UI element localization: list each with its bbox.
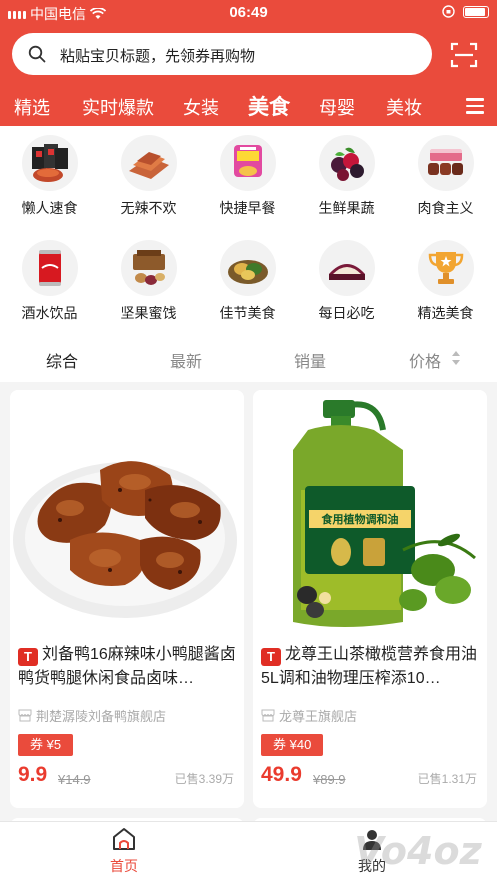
search-placeholder: 粘贴宝贝标题，先领券再购物 (60, 48, 256, 65)
nav-home-label: 首页 (110, 858, 138, 874)
product-card[interactable]: 食用植物调和油 T 龙尊王山茶橄榄营养食用油5L调和油物理压榨添10… 龙尊王旗舰… (253, 390, 487, 808)
tab-baby[interactable]: 母婴 (319, 94, 355, 120)
search-input[interactable]: 粘贴宝贝标题，先领券再购物 (12, 33, 432, 75)
product-title-wrap: T 刘备鸭16麻辣味小鸭腿酱卤鸭货鸭腿休闲食品卤味… (18, 643, 238, 691)
tab-women[interactable]: 女装 (183, 94, 219, 120)
orientation-lock-icon (442, 5, 455, 18)
price: 49.9 (261, 763, 302, 786)
product-title: 刘备鸭16麻辣味小鸭腿酱卤鸭货鸭腿休闲食品卤味… (18, 646, 236, 687)
shop-name: 龙尊王旗舰店 (279, 709, 358, 724)
category-item[interactable]: 佳节美食 (198, 231, 297, 331)
search-icon (28, 45, 46, 63)
price: 9.9 (18, 763, 48, 786)
sort-price[interactable]: 价格 (409, 348, 441, 372)
tmall-badge-icon: T (18, 648, 38, 666)
festival-food-icon (219, 240, 276, 296)
nuts-icon (120, 240, 177, 296)
product-image: 食用植物调和油 (253, 390, 487, 640)
category-item[interactable]: 懒人速食 (0, 126, 99, 226)
sold-count: 已售3.39万 (174, 772, 234, 786)
sort-sales[interactable]: 销量 (294, 348, 326, 372)
sold-count: 已售1.31万 (417, 772, 477, 786)
coupon-badge[interactable]: 券 ¥40 (261, 734, 324, 756)
original-price: ¥89.9 (313, 772, 346, 787)
category-label: 肉食主义 (417, 200, 474, 216)
watermark-text: Vo4oz (354, 829, 482, 873)
status-time: 06:49 (229, 4, 268, 21)
header: 中国电信 06:49 粘贴宝贝标题，先领券再购物 精选 实时爆款 女装 美食 母… (0, 0, 497, 126)
category-item[interactable]: 快捷早餐 (198, 126, 297, 226)
category-item[interactable]: 无辣不欢 (99, 126, 198, 226)
sort-newest[interactable]: 最新 (170, 348, 202, 372)
tab-hot[interactable]: 实时爆款 (82, 94, 154, 120)
sort-comprehensive[interactable]: 综合 (46, 348, 78, 372)
shop-icon (261, 709, 275, 722)
shop-name: 荆楚潺陵刘备鸭旗舰店 (36, 709, 167, 724)
tmall-badge-icon: T (261, 648, 281, 666)
shop-icon (18, 709, 32, 722)
search-row: 粘贴宝贝标题，先领券再购物 (0, 33, 497, 77)
category-label: 无辣不欢 (120, 200, 177, 216)
product-card[interactable]: T 刘备鸭16麻辣味小鸭腿酱卤鸭货鸭腿休闲食品卤味… 荆楚潺陵刘备鸭旗舰店 券 ¥… (10, 390, 244, 808)
drinks-icon (21, 240, 78, 296)
sort-arrows-icon (452, 351, 460, 365)
status-right (442, 5, 489, 18)
bottle-label: 食用植物调和油 (322, 512, 399, 526)
tab-makeup[interactable]: 美妆 (386, 94, 422, 120)
spicy-food-icon (120, 135, 177, 191)
home-icon (113, 828, 135, 850)
sort-bar: 综合 最新 销量 价格 (0, 336, 497, 382)
original-price: ¥14.9 (58, 772, 91, 787)
category-grid: 懒人速食 无辣不欢 快捷早餐 生鲜果蔬 肉食主义 酒水饮品 坚果蜜饯 佳节美食 … (0, 126, 497, 336)
instant-food-icon (21, 135, 78, 191)
category-label: 每日必吃 (318, 305, 375, 321)
category-label: 懒人速食 (21, 200, 78, 216)
product-image (10, 390, 244, 640)
meat-icon (417, 135, 474, 191)
category-label: 酒水饮品 (21, 305, 78, 321)
category-label: 精选美食 (417, 305, 474, 321)
product-title: 龙尊王山茶橄榄营养食用油5L调和油物理压榨添10… (261, 646, 478, 687)
category-label: 快捷早餐 (219, 200, 276, 216)
category-item[interactable]: 生鲜果蔬 (297, 126, 396, 226)
category-label: 佳节美食 (219, 305, 276, 321)
battery-icon (463, 5, 489, 18)
category-item[interactable]: 精选美食 (396, 231, 495, 331)
shop-name-row: 荆楚潺陵刘备鸭旗舰店 (18, 706, 166, 725)
shop-name-row: 龙尊王旗舰店 (261, 706, 357, 725)
category-item[interactable]: 每日必吃 (297, 231, 396, 331)
nav-home[interactable]: 首页 (74, 826, 174, 876)
trophy-icon (417, 240, 474, 296)
coupon-badge[interactable]: 券 ¥5 (18, 734, 74, 756)
product-title-wrap: T 龙尊王山茶橄榄营养食用油5L调和油物理压榨添10… (261, 643, 481, 691)
tab-jingxuan[interactable]: 精选 (14, 94, 50, 120)
watermark-logo: Vo4oz (354, 829, 482, 873)
daily-snack-icon (318, 240, 375, 296)
fresh-fruit-icon (318, 135, 375, 191)
status-bar: 中国电信 06:49 (0, 0, 497, 26)
category-item[interactable]: 坚果蜜饯 (99, 231, 198, 331)
category-item[interactable]: 肉食主义 (396, 126, 495, 226)
category-label: 坚果蜜饯 (120, 305, 177, 321)
menu-icon[interactable] (466, 98, 484, 114)
tab-food[interactable]: 美食 (248, 91, 290, 121)
scan-icon[interactable] (450, 41, 478, 69)
category-label: 生鲜果蔬 (318, 200, 375, 216)
breakfast-icon (219, 135, 276, 191)
category-tabs: 精选 实时爆款 女装 美食 母婴 美妆 (0, 88, 497, 124)
category-item[interactable]: 酒水饮品 (0, 231, 99, 331)
